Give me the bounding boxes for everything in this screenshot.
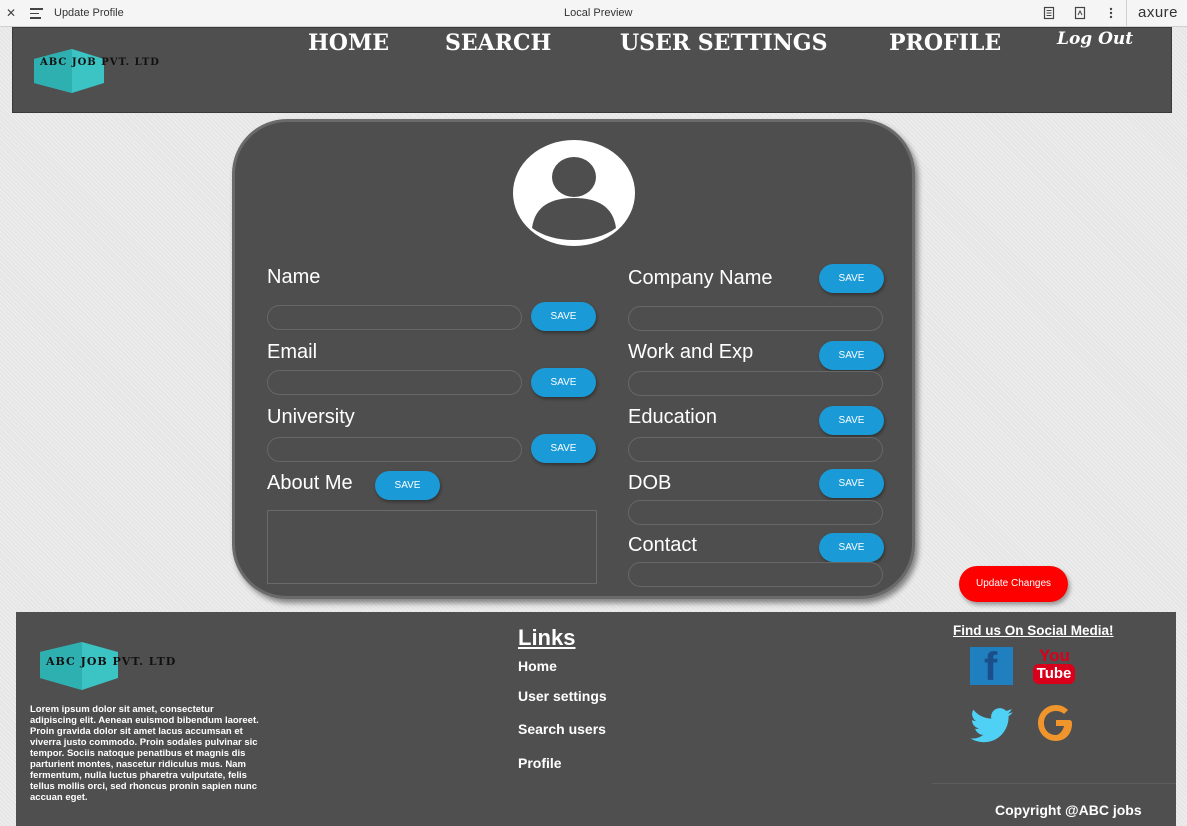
about-me-label: About Me [267,472,353,494]
twitter-icon[interactable] [968,708,1016,744]
footer-divider [932,783,1176,784]
youtube-you: You [1039,646,1070,665]
university-label: University [267,406,355,428]
more-vertical-icon[interactable] [1104,6,1118,20]
axure-brand: axure [1138,4,1179,21]
footer-logo: ABC JOB PVT. LTD [38,640,188,690]
window-title: Update Profile [54,7,124,19]
save-work-button[interactable]: SAVE [819,341,884,370]
youtube-tube: Tube [1033,664,1075,684]
update-changes-button[interactable]: Update Changes [959,566,1068,602]
preview-toolbar: ✕ Update Profile Local Preview axure [0,0,1187,27]
save-university-button[interactable]: SAVE [531,434,596,463]
company-name-input[interactable] [628,306,883,331]
footer-link-profile[interactable]: Profile [518,755,562,771]
toolbar-divider [1126,0,1127,26]
work-exp-label: Work and Exp [628,341,754,363]
save-contact-button[interactable]: SAVE [819,533,884,562]
nav-search[interactable]: SEARCH [445,30,551,56]
export-icon[interactable] [1073,6,1087,20]
name-label: Name [267,266,321,288]
save-education-button[interactable]: SAVE [819,406,884,435]
save-about-button[interactable]: SAVE [375,471,440,500]
logo-hexagon-icon [34,49,104,93]
name-input[interactable] [267,305,522,330]
close-icon[interactable]: ✕ [6,6,16,20]
footer-link-home[interactable]: Home [518,658,557,674]
nav-profile[interactable]: PROFILE [889,30,1001,56]
logo-text: ABC JOB PVT. LTD [40,57,160,68]
save-dob-button[interactable]: SAVE [819,469,884,498]
email-input[interactable] [267,370,522,395]
document-icon[interactable] [1042,6,1056,20]
facebook-glyph: f [984,645,998,689]
dob-input[interactable] [628,500,883,525]
email-label: Email [267,341,318,363]
footer-logo-text: ABC JOB PVT. LTD [46,655,177,668]
header-logo[interactable]: ABC JOB PVT. LTD [32,47,182,97]
education-label: Education [628,406,717,428]
copyright-text: Copyright @ABC jobs [995,802,1142,818]
contact-input[interactable] [628,562,883,587]
footer-about-text: Lorem ipsum dolor sit amet, consectetur … [30,704,259,803]
footer-link-search-users[interactable]: Search users [518,721,606,737]
facebook-icon[interactable]: f [970,645,1013,689]
social-media-title: Find us On Social Media! [953,623,1114,638]
google-icon[interactable]: G [1037,704,1075,742]
save-company-button[interactable]: SAVE [819,264,884,293]
nav-home[interactable]: HOME [308,30,389,56]
save-name-button[interactable]: SAVE [531,302,596,331]
dob-label: DOB [628,472,672,494]
menu-icon[interactable] [30,8,43,19]
nav-user-settings[interactable]: USER SETTINGS [620,30,827,56]
about-me-textarea[interactable] [267,510,597,584]
contact-label: Contact [628,534,697,556]
youtube-icon[interactable]: You Tube [1033,646,1077,686]
company-name-label: Company Name [628,267,773,289]
work-exp-input[interactable] [628,371,883,396]
education-input[interactable] [628,437,883,462]
university-input[interactable] [267,437,522,462]
google-glyph: G [1056,727,1057,729]
user-avatar-icon[interactable] [513,140,635,246]
logout-link[interactable]: Log Out [1057,29,1133,49]
save-email-button[interactable]: SAVE [531,368,596,397]
footer-links-title: Links [518,625,576,650]
preview-label: Local Preview [564,7,633,19]
footer-link-user-settings[interactable]: User settings [518,688,607,704]
